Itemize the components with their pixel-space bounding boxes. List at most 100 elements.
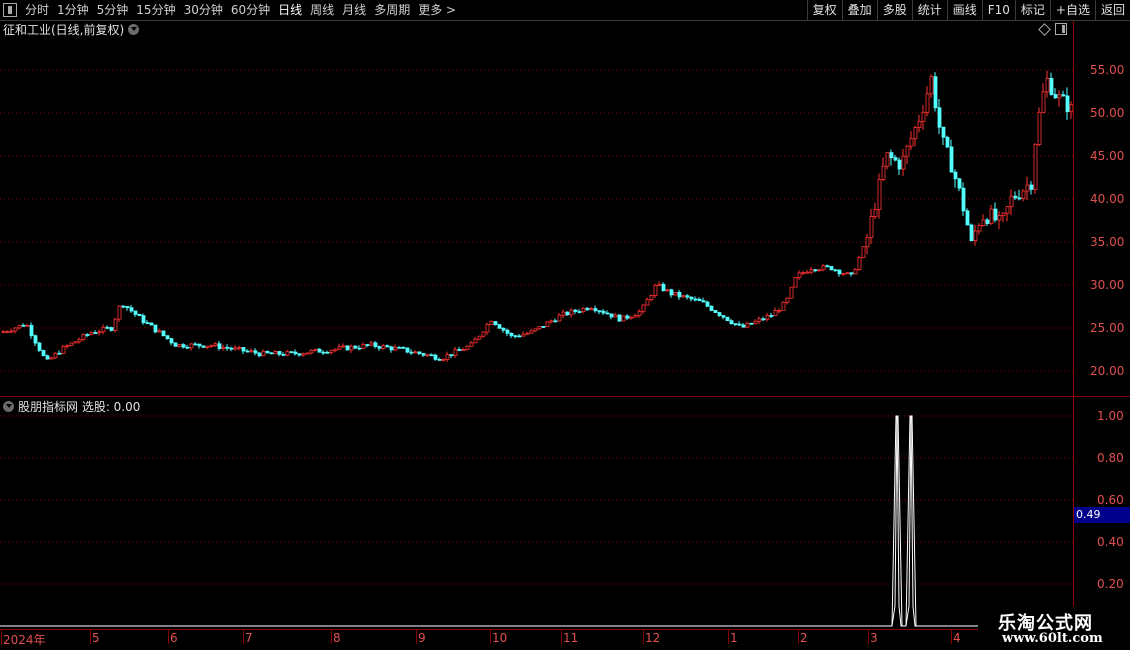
toolbar-button-0[interactable]: 复权 <box>806 0 842 20</box>
candle-body <box>613 314 618 318</box>
candle-body <box>969 224 974 242</box>
candle-body <box>305 352 310 355</box>
indicator-line <box>0 415 1073 627</box>
candle-body <box>101 326 106 333</box>
candle-body <box>21 324 26 327</box>
candle-body <box>461 349 466 352</box>
candle-body <box>225 346 230 349</box>
period-tab-9[interactable]: 多周期 <box>370 0 414 20</box>
candle-body <box>165 335 170 340</box>
period-tab-0[interactable]: 分时 <box>21 0 53 20</box>
candle-body <box>369 342 374 346</box>
period-tab-7[interactable]: 周线 <box>306 0 338 20</box>
candle-body <box>949 146 954 173</box>
candle-body <box>317 348 322 353</box>
candle-body <box>73 341 78 344</box>
candle-body <box>905 145 910 157</box>
candle-body <box>829 266 834 271</box>
candle-body <box>93 332 98 334</box>
candle-body <box>481 331 486 337</box>
candle-body <box>1001 212 1006 216</box>
toolbar-button-3[interactable]: 统计 <box>911 0 947 20</box>
period-tab-6[interactable]: 日线 <box>274 0 306 20</box>
price-tick-label: 30.00 <box>1090 278 1125 292</box>
candle-body <box>709 305 714 311</box>
candle-body <box>885 152 890 167</box>
candle-body <box>49 357 54 360</box>
candle-body <box>925 93 930 113</box>
candle-body <box>945 136 950 148</box>
toolbar-button-5[interactable]: F10 <box>981 0 1015 20</box>
toolbar-button-8[interactable]: 返回 <box>1094 0 1130 20</box>
candle-body <box>5 331 10 333</box>
candle-body <box>293 351 298 355</box>
candle-body <box>325 351 330 354</box>
candle-body <box>877 179 882 210</box>
candle-body <box>741 324 746 328</box>
candle-body <box>81 334 86 341</box>
toolbar-button-7[interactable]: +自选 <box>1049 0 1095 20</box>
toolbar-button-6[interactable]: 标记 <box>1014 0 1050 20</box>
date-tick-label: 2024年 <box>3 633 46 647</box>
candle-body <box>213 343 218 346</box>
candle-body <box>457 349 462 351</box>
candle-body <box>505 329 510 334</box>
candle-body <box>265 350 270 354</box>
date-tick-label: 4 <box>953 631 961 645</box>
date-tick-label: 9 <box>418 631 426 645</box>
candle-body <box>645 299 650 306</box>
candle-body <box>217 343 222 349</box>
candle-body <box>281 353 286 356</box>
period-tab-8[interactable]: 月线 <box>338 0 370 20</box>
indicator-chart <box>0 415 1073 627</box>
candle-body <box>893 157 898 161</box>
candle-body <box>509 332 514 337</box>
candle-body <box>133 310 138 315</box>
toolbar-button-2[interactable]: 多股 <box>876 0 912 20</box>
candle-body <box>9 330 14 333</box>
candle-body <box>857 257 862 270</box>
candle-body <box>989 208 994 224</box>
candle-body <box>649 295 654 301</box>
candle-body <box>777 309 782 312</box>
period-tab-10[interactable]: 更多 > <box>414 0 460 20</box>
candle-body <box>309 350 314 354</box>
date-tick-label: 12 <box>645 631 661 645</box>
candle-body <box>237 347 242 349</box>
candle-body <box>149 322 154 326</box>
candle-body <box>633 315 638 318</box>
candle-body <box>1061 94 1066 97</box>
candle-body <box>809 269 814 273</box>
period-tab-1[interactable]: 1分钟 <box>53 0 93 20</box>
candle-body <box>773 310 778 317</box>
period-tab-4[interactable]: 30分钟 <box>180 0 227 20</box>
panel-toggle-icon[interactable] <box>3 3 17 17</box>
candle-body <box>729 320 734 325</box>
toolbar-button-4[interactable]: 画线 <box>946 0 982 20</box>
candle-body <box>221 346 226 349</box>
candle-body <box>665 289 670 292</box>
candle-body <box>621 315 626 322</box>
candle-body <box>209 345 214 347</box>
candle-body <box>397 346 402 349</box>
toolbar-button-1[interactable]: 叠加 <box>841 0 877 20</box>
price-tick-label: 35.00 <box>1090 235 1125 249</box>
period-tab-3[interactable]: 15分钟 <box>132 0 179 20</box>
candle-body <box>433 354 438 360</box>
period-tab-5[interactable]: 60分钟 <box>227 0 274 20</box>
candle-body <box>745 322 750 328</box>
candle-body <box>17 324 22 329</box>
candle-body <box>41 350 46 357</box>
candle-body <box>197 343 202 347</box>
candle-body <box>1037 111 1042 145</box>
date-tick-mark <box>561 630 562 644</box>
candle-body <box>793 277 798 288</box>
candle-body <box>493 321 498 326</box>
period-tab-2[interactable]: 5分钟 <box>93 0 133 20</box>
candle-body <box>593 308 598 312</box>
candle-body <box>1029 184 1034 190</box>
candle-body <box>437 358 442 361</box>
candle-body <box>873 209 878 217</box>
candle-body <box>653 284 658 296</box>
candle-body <box>137 313 142 317</box>
